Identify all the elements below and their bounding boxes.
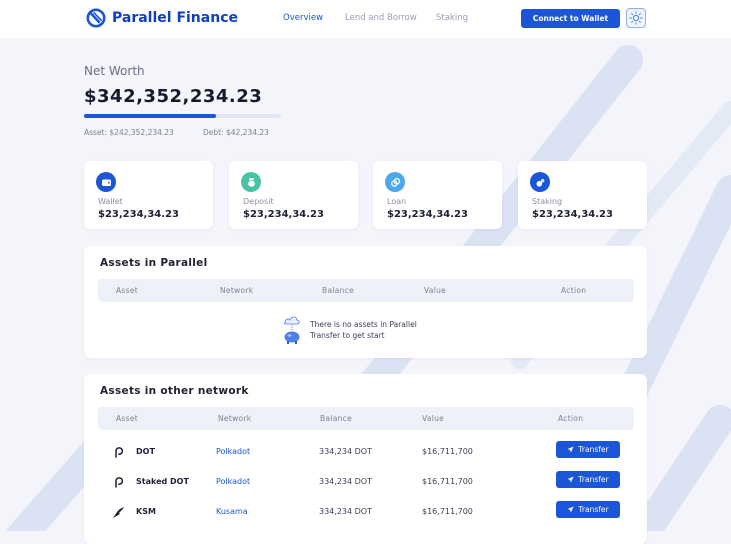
kusama-icon (110, 504, 126, 520)
column-header-balance: Balance (322, 286, 355, 295)
column-header-network: Network (218, 414, 252, 423)
balance-value: 334,234 DOT (319, 447, 372, 456)
asset-name: DOT (136, 447, 155, 456)
table-header: Asset Network Balance Value Action (98, 407, 634, 430)
stat-value: $23,234,34.23 (243, 209, 324, 220)
value-amount: $16,711,700 (422, 477, 473, 486)
column-header-action: Action (558, 414, 584, 423)
column-header-value: Value (424, 286, 447, 295)
balance-value: 334,234 DOT (319, 507, 372, 516)
asset-name: Staked DOT (136, 477, 189, 486)
debt-total: Debt: $42,234.23 (203, 128, 269, 137)
nav-staking[interactable]: Staking (436, 13, 468, 23)
net-worth-progress-fill (84, 114, 216, 118)
theme-toggle-button[interactable] (626, 8, 646, 28)
piggy-bank-icon (283, 316, 300, 344)
net-worth-title: Net Worth (84, 64, 145, 78)
loan-icon (385, 172, 405, 192)
stat-card-staking[interactable]: Staking $23,234,34.23 (518, 161, 647, 229)
column-header-action: Action (561, 286, 587, 295)
balance-value: 334,234 DOT (319, 477, 372, 486)
connect-wallet-button[interactable]: Connect to Wallet (521, 9, 620, 28)
send-icon (567, 506, 574, 513)
assets-in-other-network-panel: Assets in other network Asset Network Ba… (84, 374, 647, 544)
stat-value: $23,234,34.23 (532, 209, 613, 220)
top-bar: Parallel Finance Overview Lend and Borro… (0, 0, 731, 38)
net-worth-value: $342,352,234.23 (84, 86, 263, 107)
wallet-icon (96, 172, 116, 192)
stat-label: Deposit (243, 197, 274, 206)
deposit-icon (241, 172, 261, 192)
transfer-label: Transfer (578, 505, 609, 514)
empty-message-line1: There is no assets in Parallel (310, 320, 417, 329)
send-icon (567, 476, 574, 483)
net-worth-progress-bar (84, 114, 281, 118)
asset-name: KSM (136, 507, 156, 516)
transfer-button[interactable]: Transfer (556, 441, 620, 458)
transfer-button[interactable]: Transfer (556, 501, 620, 518)
transfer-button[interactable]: Transfer (556, 471, 620, 488)
brand-name: Parallel Finance (112, 10, 238, 26)
network-link[interactable]: Polkadot (216, 477, 250, 486)
network-link[interactable]: Kusama (216, 507, 248, 516)
transfer-label: Transfer (578, 475, 609, 484)
polkadot-icon (110, 474, 126, 490)
column-header-value: Value (422, 414, 445, 423)
main-content: Net Worth $342,352,234.23 Asset: $242,35… (0, 0, 731, 544)
brand-logo[interactable]: Parallel Finance (86, 8, 238, 28)
stat-card-loan[interactable]: Loan $23,234,34.23 (373, 161, 502, 229)
panel-title: Assets in other network (100, 385, 249, 397)
panel-title: Assets in Parallel (100, 257, 208, 269)
stat-label: Loan (387, 197, 407, 206)
sun-icon (629, 11, 643, 25)
column-header-asset: Asset (116, 286, 139, 295)
column-header-balance: Balance (320, 414, 353, 423)
value-amount: $16,711,700 (422, 447, 473, 456)
column-header-network: Network (220, 286, 254, 295)
table-header: Asset Network Balance Value Action (98, 279, 634, 302)
transfer-label: Transfer (578, 445, 609, 454)
stat-card-wallet[interactable]: Wallet $23,234,34.23 (84, 161, 213, 229)
stat-label: Wallet (98, 197, 123, 206)
column-header-asset: Asset (116, 414, 139, 423)
stat-value: $23,234,34.23 (98, 209, 179, 220)
parallel-logo-icon (86, 8, 106, 28)
assets-in-parallel-panel: Assets in Parallel Asset Network Balance… (84, 246, 647, 358)
send-icon (567, 446, 574, 453)
staking-icon (530, 172, 550, 192)
asset-total: Asset: $242,352,234.23 (84, 128, 174, 137)
stat-card-deposit[interactable]: Deposit $23,234,34.23 (229, 161, 358, 229)
stat-value: $23,234,34.23 (387, 209, 468, 220)
value-amount: $16,711,700 (422, 507, 473, 516)
stat-label: Staking (532, 197, 563, 206)
table-row: KSM Kusama 334,234 DOT $16,711,700 Trans… (98, 499, 634, 525)
empty-message-line2: Transfer to get start (310, 331, 385, 340)
nav-overview[interactable]: Overview (283, 13, 323, 23)
polkadot-icon (110, 444, 126, 460)
table-row: DOT Polkadot 334,234 DOT $16,711,700 Tra… (98, 439, 634, 465)
network-link[interactable]: Polkadot (216, 447, 250, 456)
nav-lend-and-borrow[interactable]: Lend and Borrow (345, 13, 417, 23)
table-row: Staked DOT Polkadot 334,234 DOT $16,711,… (98, 469, 634, 495)
